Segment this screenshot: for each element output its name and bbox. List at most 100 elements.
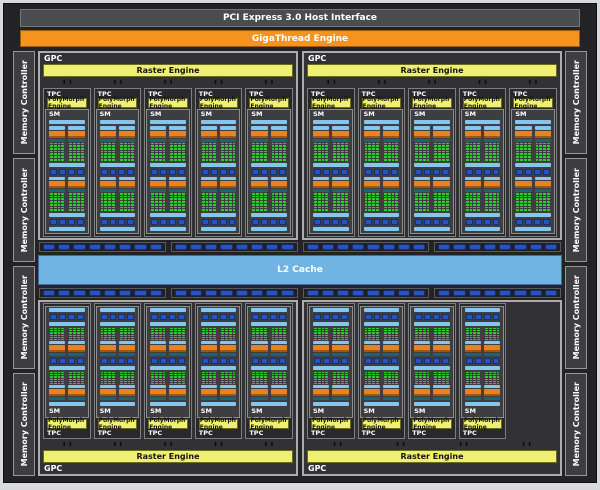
cuda-core xyxy=(325,158,329,161)
cuda-core xyxy=(73,379,76,380)
cuda-core xyxy=(492,153,496,156)
cuda-core xyxy=(325,195,329,198)
cuda-core xyxy=(158,198,162,201)
cuda-core xyxy=(104,142,108,145)
interconnect-segment xyxy=(367,290,380,296)
cuda-core xyxy=(442,331,445,333)
cuda-core xyxy=(543,145,547,147)
cuda-core xyxy=(260,329,263,331)
cuda-core xyxy=(391,142,395,145)
shared-memory-bar xyxy=(49,162,85,167)
dispatch-unit-bar xyxy=(220,345,237,352)
dispatch-unit-bar xyxy=(150,345,167,352)
polymorph-engine-bar: PolyMorph Engine xyxy=(198,96,239,110)
cuda-core xyxy=(415,377,418,379)
cuda-core xyxy=(535,158,539,161)
cuda-core xyxy=(228,147,232,150)
cuda-core xyxy=(170,195,174,198)
shared-memory-bar xyxy=(99,213,136,217)
cuda-core xyxy=(368,150,372,153)
cuda-core xyxy=(228,328,232,329)
cuda-core xyxy=(321,379,325,380)
cuda-core xyxy=(279,150,283,153)
sm-partition-column xyxy=(313,126,330,161)
cuda-core xyxy=(100,206,104,209)
load-store-unit xyxy=(424,219,431,225)
cuda-core xyxy=(80,195,84,198)
cuda-core xyxy=(492,375,496,377)
cuda-core xyxy=(53,335,57,336)
cuda-core xyxy=(426,373,430,375)
cuda-core xyxy=(61,333,65,335)
sm-label: SM xyxy=(414,407,426,415)
cuda-core xyxy=(395,150,399,153)
cuda-core xyxy=(283,380,286,382)
cuda-core xyxy=(112,193,115,195)
cuda-core xyxy=(368,377,372,379)
cuda-core xyxy=(543,193,547,195)
cuda-core xyxy=(422,145,426,147)
cuda-core xyxy=(178,377,181,379)
cuda-core xyxy=(496,336,500,338)
cuda-core xyxy=(76,142,80,145)
cuda-core xyxy=(201,335,205,336)
cuda-core xyxy=(333,142,337,145)
cuda-core xyxy=(372,335,376,336)
cuda-core xyxy=(224,333,228,335)
cuda-core xyxy=(108,333,112,335)
cuda-core xyxy=(131,158,135,161)
load-store-unit xyxy=(118,358,126,364)
cuda-core xyxy=(162,336,166,338)
cuda-core xyxy=(488,156,492,158)
cuda-core xyxy=(181,142,185,145)
cuda-core xyxy=(383,328,387,329)
cuda-core xyxy=(256,379,260,380)
cuda-core xyxy=(158,150,162,153)
cuda-core xyxy=(434,380,438,382)
cuda-core xyxy=(260,206,263,209)
cuda-core xyxy=(53,372,57,373)
cuda-core xyxy=(465,338,469,340)
cuda-core xyxy=(344,331,348,333)
polymorph-engine-bar: PolyMorph Engine xyxy=(148,417,188,431)
cuda-core xyxy=(224,382,228,384)
cuda-core xyxy=(256,373,260,375)
cuda-core xyxy=(57,373,61,375)
load-store-unit xyxy=(474,168,482,175)
cuda-core xyxy=(465,380,469,382)
cuda-core xyxy=(333,329,337,331)
cuda-core xyxy=(260,150,263,153)
cuda-core xyxy=(256,203,260,206)
warp-scheduler-bar xyxy=(363,126,380,130)
cuda-core xyxy=(76,331,80,333)
cuda-core xyxy=(256,198,260,201)
load-store-unit xyxy=(364,219,372,225)
cuda-core xyxy=(123,150,127,153)
cuda-core xyxy=(170,379,174,380)
cuda-core xyxy=(387,380,391,382)
cuda-core xyxy=(516,201,520,203)
cuda-core xyxy=(80,142,84,145)
arrow-down-icon: ⬇ xyxy=(118,78,124,86)
cuda-core xyxy=(337,377,340,379)
cuda-core xyxy=(271,336,275,338)
core-grid xyxy=(515,193,531,211)
arrow-pair: ⬆ ⬇ xyxy=(508,78,558,87)
cuda-core xyxy=(162,373,166,375)
cuda-core xyxy=(477,198,481,201)
cuda-core xyxy=(383,156,387,158)
interconnect-segment xyxy=(174,244,187,250)
arrow-pair: ⬆ ⬇ xyxy=(193,440,243,449)
cuda-core xyxy=(228,331,232,333)
cuda-core xyxy=(391,158,395,161)
cuda-core xyxy=(419,382,422,384)
dispatch-unit-bar xyxy=(382,181,400,188)
cuda-core xyxy=(263,145,267,147)
cuda-core xyxy=(321,195,325,198)
cuda-core xyxy=(426,156,430,158)
load-store-unit xyxy=(382,219,390,225)
cuda-core xyxy=(368,206,372,209)
cuda-core xyxy=(205,156,209,158)
cuda-core xyxy=(485,153,488,156)
dispatch-unit-bar xyxy=(363,130,380,138)
